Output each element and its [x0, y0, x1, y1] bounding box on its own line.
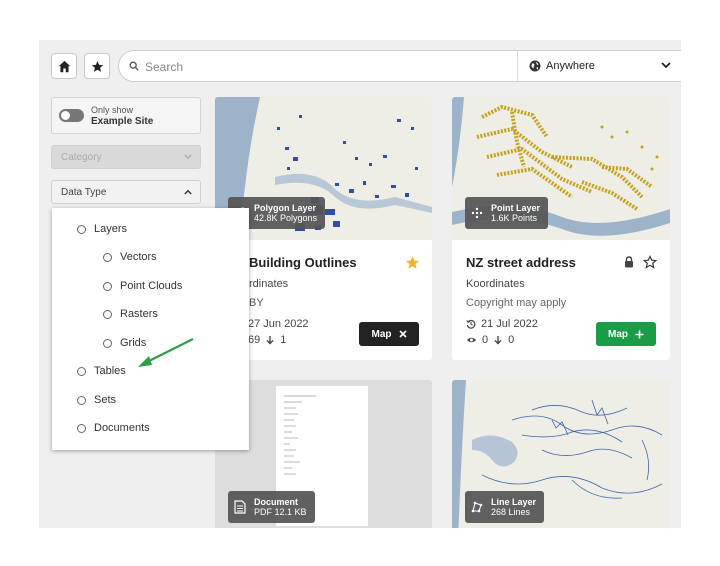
close-icon [398, 330, 407, 338]
search-bar: Anywhere [118, 50, 681, 82]
option-rasters[interactable]: Rasters [103, 308, 158, 320]
toggle-label-line1: Only show [91, 105, 134, 115]
card-title[interactable]: NZ street address [466, 255, 576, 270]
point-layer-icon [471, 207, 483, 219]
option-sets[interactable]: Sets [77, 394, 116, 406]
download-icon [494, 336, 502, 345]
radio-button[interactable] [103, 281, 112, 291]
radio-button[interactable] [103, 252, 112, 262]
card-license: BY [249, 297, 264, 309]
option-layers[interactable]: Layers [77, 223, 127, 235]
badge-type: Document [254, 496, 299, 507]
option-point-clouds[interactable]: Point Clouds [103, 280, 182, 292]
map-button-label: Map [371, 328, 392, 340]
location-select[interactable]: Anywhere [518, 51, 681, 81]
history-icon [466, 319, 476, 329]
download-icon [266, 336, 274, 345]
lock-icon [625, 256, 633, 268]
option-label: Vectors [120, 251, 157, 263]
card-license: Copyright may apply [466, 297, 567, 309]
app-window: Anywhere Only show Example Site Category… [39, 40, 681, 528]
option-vectors[interactable]: Vectors [103, 251, 157, 263]
card-date-row: 21 Jul 2022 [466, 318, 538, 330]
home-icon [58, 60, 70, 72]
option-label: Point Clouds [120, 280, 183, 292]
card-publisher[interactable]: Koordinates [466, 278, 525, 290]
add-to-map-button[interactable]: Map [596, 322, 656, 346]
chevron-down-icon [184, 154, 192, 160]
star-filled-icon[interactable] [405, 255, 420, 270]
card-title[interactable]: Building Outlines [249, 255, 357, 270]
card-date: 27 Jun 2022 [248, 318, 309, 330]
eye-icon [466, 337, 477, 343]
annotation-arrow [138, 338, 194, 367]
badge-count: 268 Lines [491, 506, 531, 517]
map-button-label: Map [608, 328, 628, 340]
search-input[interactable] [143, 57, 507, 77]
option-tables[interactable]: Tables [77, 365, 126, 377]
category-select[interactable]: Category [51, 145, 201, 169]
card-date-row: 27 Jun 2022 [248, 318, 309, 330]
toggle-label-line2: Example Site [91, 116, 154, 127]
dataset-card-nz-street-address[interactable]: Point Layer 1.6K Points NZ street addres… [452, 97, 670, 360]
layer-type-badge: Line Layer 268 Lines [465, 491, 545, 523]
badge-count: 42.8K Polygons [254, 212, 318, 223]
search-icon [129, 61, 139, 71]
badge-type: Polygon Layer [254, 202, 317, 213]
option-label: Documents [94, 422, 150, 434]
radio-button[interactable] [77, 423, 86, 433]
plus-icon [635, 330, 644, 338]
data-type-select[interactable]: Data Type [51, 180, 201, 204]
layer-type-badge: Point Layer 1.6K Points [465, 197, 549, 229]
location-label: Anywhere [546, 60, 595, 72]
card-stats-row: 0 0 [466, 334, 514, 346]
option-label: Tables [94, 365, 126, 377]
data-type-dropdown: Layers Vectors Point Clouds Rasters Grid… [52, 208, 249, 450]
globe-icon [529, 60, 541, 72]
radio-button[interactable] [103, 338, 112, 348]
badge-type: Line Layer [491, 496, 537, 507]
data-type-label: Data Type [61, 187, 107, 198]
example-site-toggle[interactable] [59, 109, 84, 122]
views-count: 69 [248, 334, 261, 346]
downloads-count: 0 [508, 334, 515, 346]
chevron-down-icon [661, 62, 671, 69]
star-outline-icon[interactable] [643, 255, 657, 269]
option-label: Sets [94, 394, 117, 406]
star-icon [91, 60, 103, 72]
document-icon [234, 500, 246, 514]
badge-count: PDF 12.1 KB [254, 506, 307, 517]
card-stats-row: 69 1 [248, 334, 286, 346]
views-count: 0 [482, 334, 489, 346]
radio-button[interactable] [77, 395, 86, 405]
home-button[interactable] [51, 53, 77, 79]
example-site-filter: Only show Example Site [51, 97, 201, 134]
radio-button[interactable] [77, 224, 86, 234]
dataset-card-line-layer[interactable]: Line Layer 268 Lines [452, 380, 670, 528]
remove-from-map-button[interactable]: Map [359, 322, 419, 346]
option-label: Rasters [120, 308, 158, 320]
downloads-count: 1 [280, 334, 287, 346]
radio-button[interactable] [77, 366, 86, 376]
option-label: Layers [94, 223, 128, 235]
layer-type-badge: Document PDF 12.1 KB [228, 491, 315, 523]
card-date: 21 Jul 2022 [481, 318, 538, 330]
radio-button[interactable] [103, 309, 112, 319]
badge-type: Point Layer [491, 202, 541, 213]
category-label: Category [61, 152, 102, 163]
badge-count: 1.6K Points [491, 212, 538, 223]
card-publisher[interactable]: rdinates [249, 278, 288, 290]
line-layer-icon [471, 501, 483, 513]
favorites-button[interactable] [84, 53, 110, 79]
chevron-up-icon [184, 189, 192, 195]
option-documents[interactable]: Documents [77, 422, 150, 434]
